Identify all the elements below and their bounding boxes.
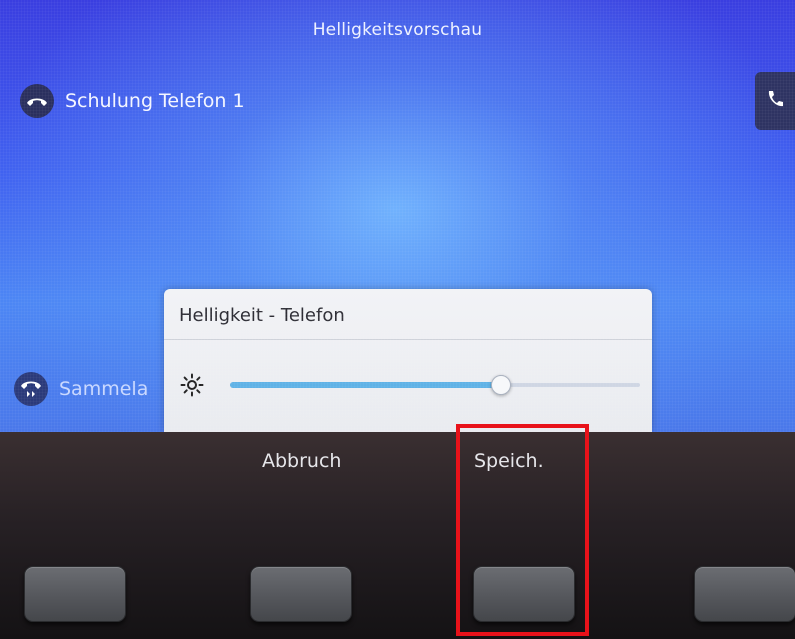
softkey-bar: Abbruch Speich. <box>0 432 795 639</box>
highlight-box <box>456 424 589 636</box>
dialog-divider <box>164 339 652 340</box>
softkey-button-cancel[interactable] <box>250 566 352 622</box>
brightness-slider[interactable] <box>230 375 640 395</box>
phone-screen: Helligkeitsvorschau Schulung Telefon 1 S… <box>0 0 795 432</box>
line-label: Schulung Telefon 1 <box>65 90 245 112</box>
handset-icon <box>20 84 54 118</box>
softkey-button-1[interactable] <box>24 566 126 622</box>
page-title: Helligkeitsvorschau <box>312 20 483 40</box>
slider-fill <box>230 382 501 388</box>
brightness-dialog: Helligkeit - Telefon <box>164 289 652 432</box>
softkey-button-4[interactable] <box>694 566 795 622</box>
line-item-sammela[interactable]: Sammela <box>14 372 148 406</box>
softkey-label-cancel[interactable]: Abbruch <box>262 450 341 472</box>
call-button[interactable] <box>755 72 795 130</box>
shared-line-icon <box>14 372 48 406</box>
line-label: Sammela <box>59 378 149 400</box>
sun-icon <box>180 373 204 401</box>
dialog-title: Helligkeit - Telefon <box>179 305 345 326</box>
phone-icon <box>765 89 785 113</box>
line-item-schulung[interactable]: Schulung Telefon 1 <box>20 84 245 118</box>
slider-thumb[interactable] <box>490 375 511 395</box>
